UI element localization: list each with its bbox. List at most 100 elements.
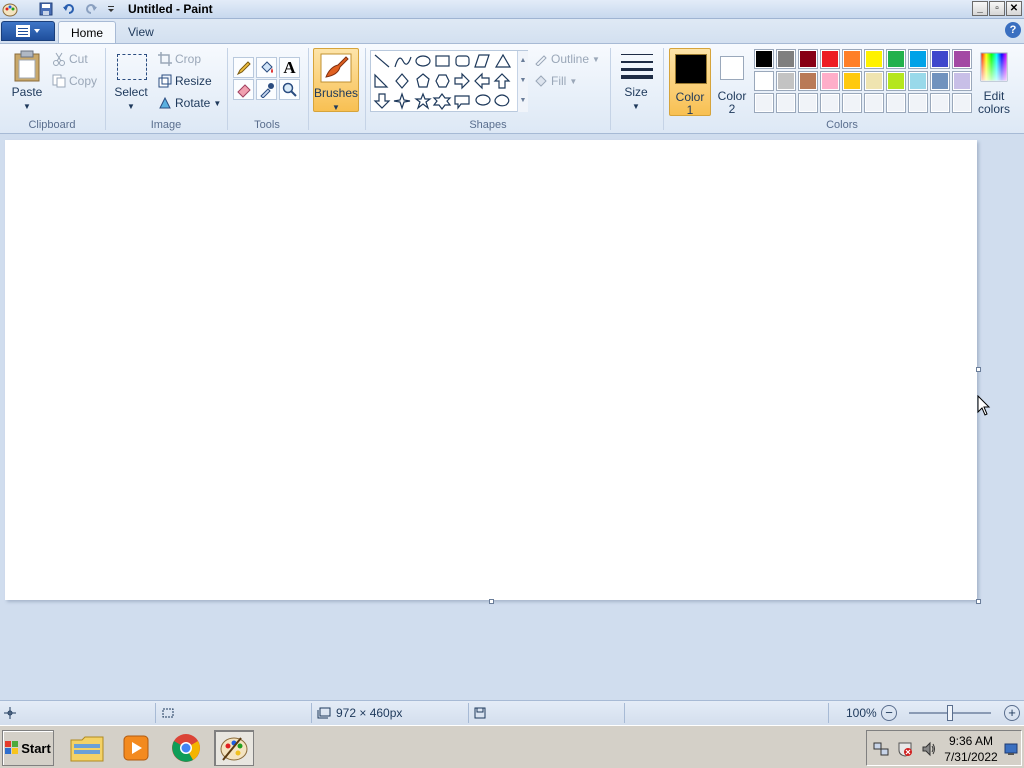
color-swatch[interactable] — [820, 93, 840, 113]
color-swatch[interactable] — [798, 71, 818, 91]
pencil-tool-button[interactable] — [233, 57, 254, 78]
start-label: Start — [21, 740, 51, 756]
paint-menu-button[interactable] — [1, 21, 55, 41]
color2-button[interactable]: Color 2 — [712, 48, 752, 116]
text-tool-button[interactable]: A — [279, 57, 300, 78]
paste-button[interactable]: Paste ▼ — [8, 48, 46, 112]
crop-label: Crop — [175, 52, 202, 66]
color-swatch[interactable] — [820, 49, 840, 69]
network-icon[interactable] — [873, 741, 889, 757]
clock-time[interactable]: 9:36 AM — [943, 734, 999, 748]
edit-colors-button[interactable]: Edit colors — [972, 48, 1016, 116]
color-swatch[interactable] — [798, 49, 818, 69]
group-divider — [663, 48, 664, 130]
tab-home[interactable]: Home — [58, 21, 117, 43]
zoom-out-button[interactable]: − — [881, 705, 897, 721]
paint-app-icon[interactable] — [1, 1, 19, 17]
color-swatch-fill — [954, 51, 970, 67]
color1-button[interactable]: Color 1 — [669, 48, 711, 117]
color-swatch[interactable] — [908, 49, 928, 69]
color-picker-tool-button[interactable] — [256, 79, 277, 100]
color-swatch[interactable] — [952, 49, 972, 69]
color-swatch[interactable] — [820, 71, 840, 91]
canvas-size-text: 972 × 460px — [336, 706, 403, 720]
paint-taskbar-icon[interactable] — [214, 730, 254, 766]
customize-quick-access-icon[interactable] — [102, 1, 120, 17]
fill-button[interactable]: Fill ▼ — [534, 71, 577, 91]
resize-handle-bottom[interactable] — [489, 599, 494, 604]
right-arrow-shape-icon — [454, 72, 470, 90]
color-swatch[interactable] — [754, 93, 774, 113]
copy-button[interactable]: Copy — [52, 71, 97, 91]
resize-handle-corner[interactable] — [976, 599, 981, 604]
color-swatch[interactable] — [930, 93, 950, 113]
shapes-scroll[interactable]: ▲ ▼ ▼ — [517, 51, 528, 112]
resize-button[interactable]: Resize — [158, 71, 212, 91]
save-icon[interactable] — [37, 1, 55, 17]
triangle-shape-icon — [494, 53, 512, 68]
color-swatch-fill — [888, 95, 904, 111]
tab-view[interactable]: View — [116, 21, 166, 43]
color-swatch[interactable] — [842, 93, 862, 113]
color-swatch[interactable] — [754, 49, 774, 69]
crop-button[interactable]: Crop — [158, 49, 201, 69]
start-button[interactable]: Start — [2, 730, 54, 766]
redo-icon[interactable] — [82, 1, 100, 17]
zoom-in-button[interactable]: + — [1004, 705, 1020, 721]
select-button[interactable]: Select ▼ — [112, 48, 150, 112]
color-swatch[interactable] — [776, 49, 796, 69]
drawing-canvas[interactable] — [5, 140, 977, 600]
eraser-tool-button[interactable] — [233, 79, 254, 100]
help-icon[interactable]: ? — [1005, 22, 1021, 38]
rotate-button[interactable]: Rotate ▼ — [158, 93, 221, 113]
color-swatch[interactable] — [930, 71, 950, 91]
close-button[interactable]: ✕ — [1006, 1, 1022, 16]
color-swatch[interactable] — [952, 93, 972, 113]
zoom-slider-thumb[interactable] — [947, 705, 953, 721]
outline-button[interactable]: Outline ▼ — [534, 49, 600, 69]
color-swatch[interactable] — [952, 71, 972, 91]
media-player-taskbar-icon[interactable] — [116, 730, 156, 766]
brushes-button[interactable]: Brushes ▼ — [313, 48, 359, 112]
show-desktop-icon[interactable] — [1004, 742, 1018, 756]
cut-button[interactable]: Cut — [52, 49, 88, 69]
security-alert-icon[interactable] — [897, 741, 913, 757]
scissors-icon — [53, 52, 65, 66]
undo-icon[interactable] — [60, 1, 78, 17]
color-swatch[interactable] — [798, 93, 818, 113]
color-swatch[interactable] — [754, 71, 774, 91]
canvas-workspace[interactable] — [0, 134, 1024, 700]
color-swatch[interactable] — [864, 49, 884, 69]
line-width-icon — [621, 54, 653, 79]
color-swatch[interactable] — [908, 93, 928, 113]
resize-handle-right[interactable] — [976, 367, 981, 372]
color-swatch[interactable] — [776, 71, 796, 91]
chrome-taskbar-icon[interactable] — [166, 730, 206, 766]
color-swatch-fill — [756, 95, 772, 111]
color-swatch[interactable] — [776, 93, 796, 113]
color-swatch[interactable] — [886, 49, 906, 69]
volume-icon[interactable] — [921, 741, 937, 757]
color-swatch[interactable] — [908, 71, 928, 91]
color-swatch-fill — [822, 73, 838, 89]
color-swatch[interactable] — [842, 49, 862, 69]
color-swatch[interactable] — [886, 71, 906, 91]
fill-tool-button[interactable] — [256, 57, 277, 78]
chevron-down-icon: ▼ — [592, 54, 600, 64]
color-swatch[interactable] — [886, 93, 906, 113]
color-swatch[interactable] — [842, 71, 862, 91]
magnifier-tool-button[interactable] — [279, 79, 300, 100]
file-explorer-taskbar-icon[interactable] — [67, 730, 107, 766]
color-swatch[interactable] — [930, 49, 950, 69]
maximize-button[interactable]: ▫ — [989, 1, 1005, 16]
color-swatch-fill — [910, 95, 926, 111]
minimize-button[interactable]: _ — [972, 1, 988, 16]
size-button[interactable]: Size ▼ — [616, 48, 656, 112]
hexagon-shape-icon — [435, 74, 450, 88]
color-swatch[interactable] — [864, 93, 884, 113]
color-swatch-fill — [954, 95, 970, 111]
clock-date[interactable]: 7/31/2022 — [943, 750, 999, 764]
color-swatch[interactable] — [864, 71, 884, 91]
chevron-down-icon: ▼ — [127, 102, 135, 111]
color-swatch-fill — [932, 51, 948, 67]
